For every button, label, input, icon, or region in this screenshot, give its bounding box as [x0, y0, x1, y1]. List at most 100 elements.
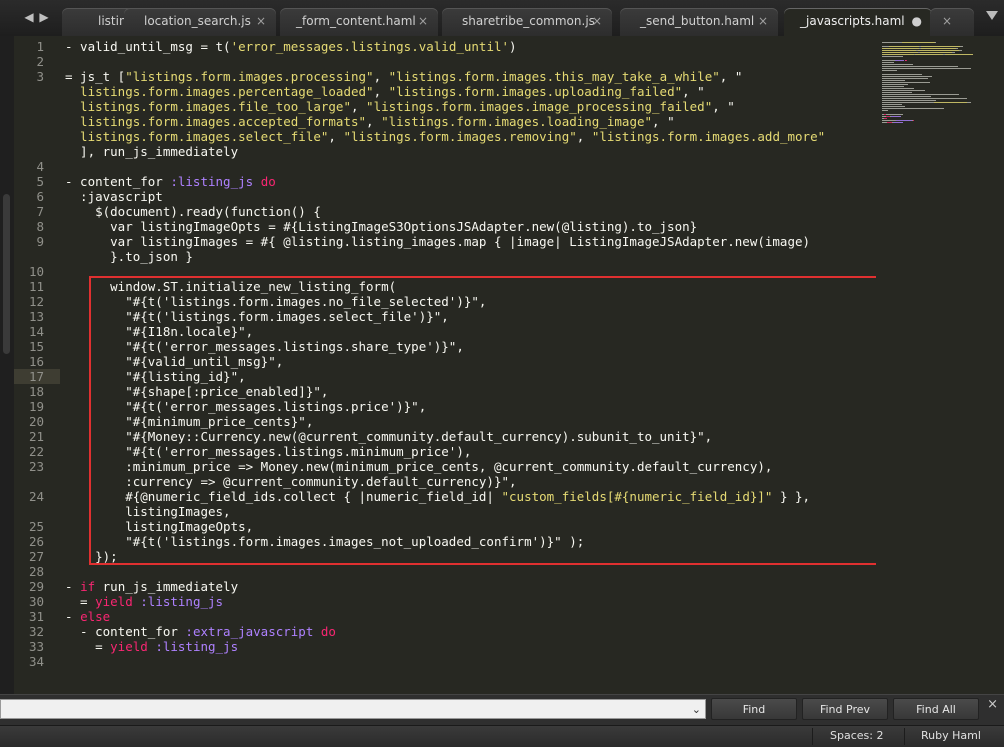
code-line[interactable]: ], run_js_immediately: [14, 144, 876, 159]
code-token: -: [65, 609, 81, 624]
code-line[interactable]: listings.form.images.accepted_formats" , …: [14, 114, 876, 129]
status-separator: [904, 728, 905, 745]
code-text: $(document).ready(function() {: [65, 204, 321, 219]
tab-location-search[interactable]: location_search.js ×: [124, 8, 276, 36]
code-line[interactable]: listings.form.images.select_file", "list…: [14, 129, 876, 144]
code-token: ,: [373, 84, 389, 99]
code-line[interactable]: 1 - valid_until_msg = t('error_messages.l…: [14, 39, 876, 54]
code-line[interactable]: 5 - content_for :listing_js do: [14, 174, 876, 189]
close-icon[interactable]: ×: [942, 14, 952, 28]
code-token: run_js_immediately: [95, 579, 239, 594]
code-token: , ": [712, 99, 735, 114]
code-token: "listings.form.images.uploading_failed": [388, 84, 683, 99]
find-button[interactable]: Find: [711, 698, 797, 720]
code-token: :listing_js: [155, 639, 239, 654]
tab-list-dropdown-icon[interactable]: [986, 11, 998, 20]
code-token: ): [509, 39, 517, 54]
minimap-line: [882, 106, 905, 107]
code-text: - valid_until_msg = t('error_messages.li…: [65, 39, 517, 54]
minimap-line: [960, 46, 963, 47]
minimap-line: [945, 54, 973, 55]
tab-label: location_search.js: [144, 14, 251, 28]
back-arrow-icon[interactable]: ◀: [22, 9, 36, 25]
line-number: 1: [36, 39, 44, 54]
tab-javascripts-haml[interactable]: _javascripts.haml ●: [784, 8, 932, 36]
indentation-status[interactable]: Spaces: 2: [830, 729, 883, 742]
close-find-panel-icon[interactable]: ×: [987, 697, 998, 712]
minimap-line: [912, 120, 915, 121]
tab-form-content[interactable]: _form_content.haml ×: [280, 8, 438, 36]
line-number: 30: [28, 594, 44, 609]
minimap-line: [882, 82, 930, 83]
minimap-line: [882, 86, 904, 87]
tab-overflow[interactable]: ×: [930, 8, 974, 36]
tab-label: sharetribe_common.js: [462, 14, 595, 28]
code-line[interactable]: listings.form.images.percentage_loaded",…: [14, 84, 876, 99]
find-input[interactable]: ⌄: [0, 699, 706, 719]
code-text: = yield :listing_js: [65, 594, 223, 609]
minimap-line: [918, 50, 960, 51]
line-number: 6: [36, 189, 44, 204]
code-line[interactable]: 2: [14, 54, 876, 69]
code-line[interactable]: 31 - else: [14, 609, 876, 624]
code-token: listings.form.images.accepted_formats": [65, 114, 367, 129]
minimap-line: [883, 118, 888, 119]
code-text: listings.form.images.accepted_formats" , …: [65, 114, 675, 129]
code-token: listings.form.images.percentage_loaded": [65, 84, 374, 99]
tab-bar: ◀ ▶ listing location_search.js × _form_c…: [0, 0, 1004, 36]
scrollbar-thumb[interactable]: [3, 194, 10, 354]
code-line[interactable]: listings.form.images.file_too_large", "l…: [14, 99, 876, 114]
minimap-line: [882, 70, 898, 71]
minimap[interactable]: [876, 36, 1004, 694]
find-history-dropdown-icon[interactable]: ⌄: [692, 703, 701, 716]
code-line[interactable]: 28: [14, 564, 876, 579]
line-number: 26: [28, 534, 44, 549]
close-icon[interactable]: ×: [758, 14, 768, 28]
tab-send-button[interactable]: _send_button.haml ×: [620, 8, 778, 36]
line-number: 13: [28, 309, 44, 324]
code-line[interactable]: 3 = js_t ["listings.form.images.processin…: [14, 69, 876, 84]
syntax-status[interactable]: Ruby Haml: [921, 729, 981, 742]
find-prev-button[interactable]: Find Prev: [802, 698, 888, 720]
minimap-line: [882, 60, 895, 61]
code-line[interactable]: 6 :javascript: [14, 189, 876, 204]
code-token: "listings.form.images.processing": [125, 69, 374, 84]
find-all-button[interactable]: Find All: [893, 698, 979, 720]
code-text: = js_t ["listings.form.images.processing…: [65, 69, 742, 84]
code-token: do: [320, 624, 336, 639]
line-number: 22: [28, 444, 44, 459]
left-scrollbar[interactable]: [0, 36, 14, 694]
forward-arrow-icon[interactable]: ▶: [37, 9, 51, 25]
code-token: }.to_json }: [65, 249, 193, 264]
unsaved-dot-icon[interactable]: ●: [912, 14, 922, 28]
code-token: yield: [110, 639, 148, 654]
minimap-line: [882, 76, 933, 77]
code-line[interactable]: 8 var listingImageOpts = #{ListingImageS…: [14, 219, 876, 234]
code-text: - else: [65, 609, 110, 624]
minimap-line: [920, 48, 956, 49]
minimap-line: [882, 84, 909, 85]
minimap-line: [882, 108, 945, 109]
code-line[interactable]: 30 = yield :listing_js: [14, 594, 876, 609]
code-line[interactable]: 9 var listingImages = #{ @listing.listin…: [14, 234, 876, 249]
line-number: 10: [28, 264, 44, 279]
code-line[interactable]: 29 - if run_js_immediately: [14, 579, 876, 594]
line-number: 28: [28, 564, 44, 579]
minimap-line: [882, 100, 936, 101]
code-line[interactable]: }.to_json }: [14, 249, 876, 264]
code-line[interactable]: 7 $(document).ready(function() {: [14, 204, 876, 219]
close-icon[interactable]: ×: [592, 14, 602, 28]
line-number: 2: [36, 54, 44, 69]
close-icon[interactable]: ×: [256, 14, 266, 28]
tab-sharetribe-common[interactable]: sharetribe_common.js ×: [442, 8, 612, 36]
code-token: 'error_messages.listings.valid_until': [230, 39, 510, 54]
code-line[interactable]: 4: [14, 159, 876, 174]
code-line[interactable]: 32 - content_for :extra_javascript do: [14, 624, 876, 639]
code-token: "listings.form.images.add_more": [591, 129, 826, 144]
minimap-line: [882, 104, 902, 105]
code-line[interactable]: 34: [14, 654, 876, 669]
close-icon[interactable]: ×: [418, 14, 428, 28]
code-line[interactable]: 33 = yield :listing_js: [14, 639, 876, 654]
